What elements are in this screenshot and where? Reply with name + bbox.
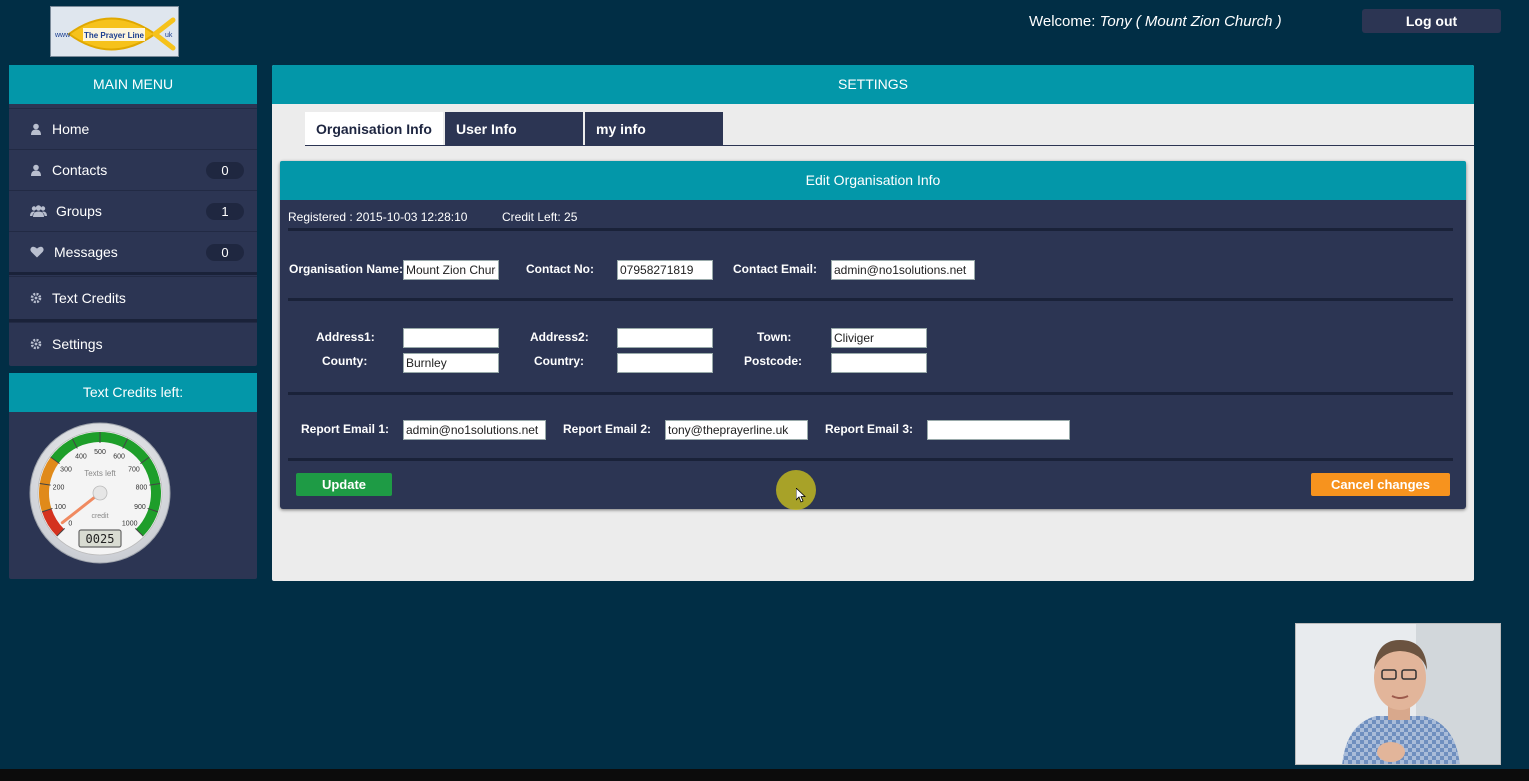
heart-icon xyxy=(24,246,50,258)
gauge-tick-label: 300 xyxy=(60,466,72,473)
sidebar-item-groups[interactable]: Groups 1 xyxy=(9,190,257,231)
messages-count-badge: 0 xyxy=(206,244,244,261)
sidebar-item-label: Settings xyxy=(52,336,103,352)
gauge-tick-label: 200 xyxy=(53,484,65,491)
logo-prefix: www xyxy=(54,32,71,39)
webcam-overlay xyxy=(1295,623,1501,765)
sidebar-item-messages[interactable]: Messages 0 xyxy=(9,231,257,272)
menu-separator xyxy=(9,272,257,275)
logo-suffix: uk xyxy=(165,32,173,39)
report-email-2-input[interactable] xyxy=(665,420,808,440)
update-button[interactable]: Update xyxy=(296,473,392,496)
group-icon xyxy=(24,205,52,217)
form-divider xyxy=(288,298,1453,301)
sidebar-item-label: Contacts xyxy=(52,162,108,178)
settings-title: SETTINGS xyxy=(272,65,1474,104)
tab-organisation-info[interactable]: Organisation Info xyxy=(305,112,443,146)
report-email-1-label: Report Email 1: xyxy=(301,422,390,436)
tab-underline xyxy=(305,145,1474,146)
gauge-tick-label: 800 xyxy=(136,484,148,491)
registered-date: Registered : 2015-10-03 12:28:10 xyxy=(288,210,468,224)
gauge-tick-label: 500 xyxy=(94,449,106,456)
country-label: Country: xyxy=(534,354,584,368)
welcome-message: Welcome: Tony ( Mount Zion Church ) xyxy=(1029,13,1282,30)
county-label: County: xyxy=(322,354,368,368)
org-name-input[interactable] xyxy=(403,260,499,280)
contact-no-input[interactable] xyxy=(617,260,713,280)
credit-left: Credit Left: 25 xyxy=(502,210,578,224)
cancel-changes-button[interactable]: Cancel changes xyxy=(1311,473,1450,496)
tab-user-info[interactable]: User Info xyxy=(445,112,583,146)
gauge-tick-label: 700 xyxy=(128,466,140,473)
groups-count-badge: 1 xyxy=(206,203,244,220)
contact-email-label: Contact Email: xyxy=(733,262,818,276)
address1-label: Address1: xyxy=(316,330,375,344)
logout-button[interactable]: Log out xyxy=(1362,9,1501,33)
sidebar-item-label: Messages xyxy=(54,244,118,260)
report-email-3-label: Report Email 3: xyxy=(825,422,914,436)
address1-input[interactable] xyxy=(403,328,499,348)
gauge-tick-label: 1000 xyxy=(122,521,138,528)
postcode-input[interactable] xyxy=(831,353,927,373)
gear-icon xyxy=(24,292,48,304)
sidebar-item-label: Groups xyxy=(56,203,102,219)
sidebar-item-contacts[interactable]: Contacts 0 xyxy=(9,149,257,190)
postcode-label: Postcode: xyxy=(744,354,803,368)
credits-gauge: 0 100 200 300 400 500 600 700 800 900 1000 Texts l… xyxy=(29,422,171,569)
address2-label: Address2: xyxy=(530,330,589,344)
gauge-tick-label: 900 xyxy=(134,504,146,511)
gauge-tick-label: 0 xyxy=(68,521,72,528)
town-input[interactable] xyxy=(831,328,927,348)
form-divider xyxy=(288,228,1453,231)
gauge-sub-label: credit xyxy=(91,513,108,520)
report-email-1-input[interactable] xyxy=(403,420,546,440)
county-input[interactable] xyxy=(403,353,499,373)
text-credits-title: Text Credits left: xyxy=(9,373,257,412)
sidebar-item-text-credits[interactable]: Text Credits xyxy=(9,276,257,319)
sidebar-item-label: Home xyxy=(52,121,90,137)
logo-text: The Prayer Line xyxy=(84,31,145,40)
sidebar-item-settings[interactable]: Settings xyxy=(9,322,257,365)
gauge-hub xyxy=(92,485,108,501)
sidebar-item-home[interactable]: Home xyxy=(9,108,257,149)
mouse-cursor-icon xyxy=(795,487,807,508)
contact-no-label: Contact No: xyxy=(526,262,594,276)
main-menu-title: MAIN MENU xyxy=(9,65,257,104)
settings-panel: SETTINGS Organisation Info User Info my … xyxy=(272,65,1474,581)
text-credits-panel: Text Credits left: 0 100 200 300 400 500 600 70… xyxy=(9,373,257,579)
edit-form-title: Edit Organisation Info xyxy=(280,161,1466,200)
welcome-label: Welcome: xyxy=(1029,13,1096,30)
org-name-label: Organisation Name: xyxy=(289,262,404,276)
user-icon xyxy=(24,123,48,135)
report-email-2-label: Report Email 2: xyxy=(563,422,652,436)
welcome-user: Tony ( Mount Zion Church ) xyxy=(1099,13,1282,30)
country-input[interactable] xyxy=(617,353,713,373)
settings-tabs: Organisation Info User Info my info xyxy=(305,112,723,146)
gear-icon xyxy=(24,338,48,350)
report-email-3-input[interactable] xyxy=(927,420,1070,440)
site-logo[interactable]: The Prayer Line www uk xyxy=(50,6,179,57)
gauge-counter: 0025 xyxy=(86,532,115,546)
contacts-count-badge: 0 xyxy=(206,162,244,179)
sidebar-item-label: Text Credits xyxy=(52,290,126,306)
gauge-inner-label: Texts left xyxy=(84,469,116,478)
contact-email-input[interactable] xyxy=(831,260,975,280)
user-icon xyxy=(24,164,48,176)
gauge-tick-label: 600 xyxy=(113,454,125,461)
address2-input[interactable] xyxy=(617,328,713,348)
bottom-strip xyxy=(0,769,1529,781)
form-divider xyxy=(288,458,1453,461)
town-label: Town: xyxy=(757,330,792,344)
tab-my-info[interactable]: my info xyxy=(585,112,723,146)
gauge-tick-label: 400 xyxy=(75,454,87,461)
main-menu: MAIN MENU Home Contacts 0 Groups 1 Messa… xyxy=(9,65,257,366)
edit-organisation-form: Edit Organisation Info Registered : 2015… xyxy=(280,161,1466,509)
form-divider xyxy=(288,392,1453,395)
gauge-tick-label: 100 xyxy=(54,504,66,511)
